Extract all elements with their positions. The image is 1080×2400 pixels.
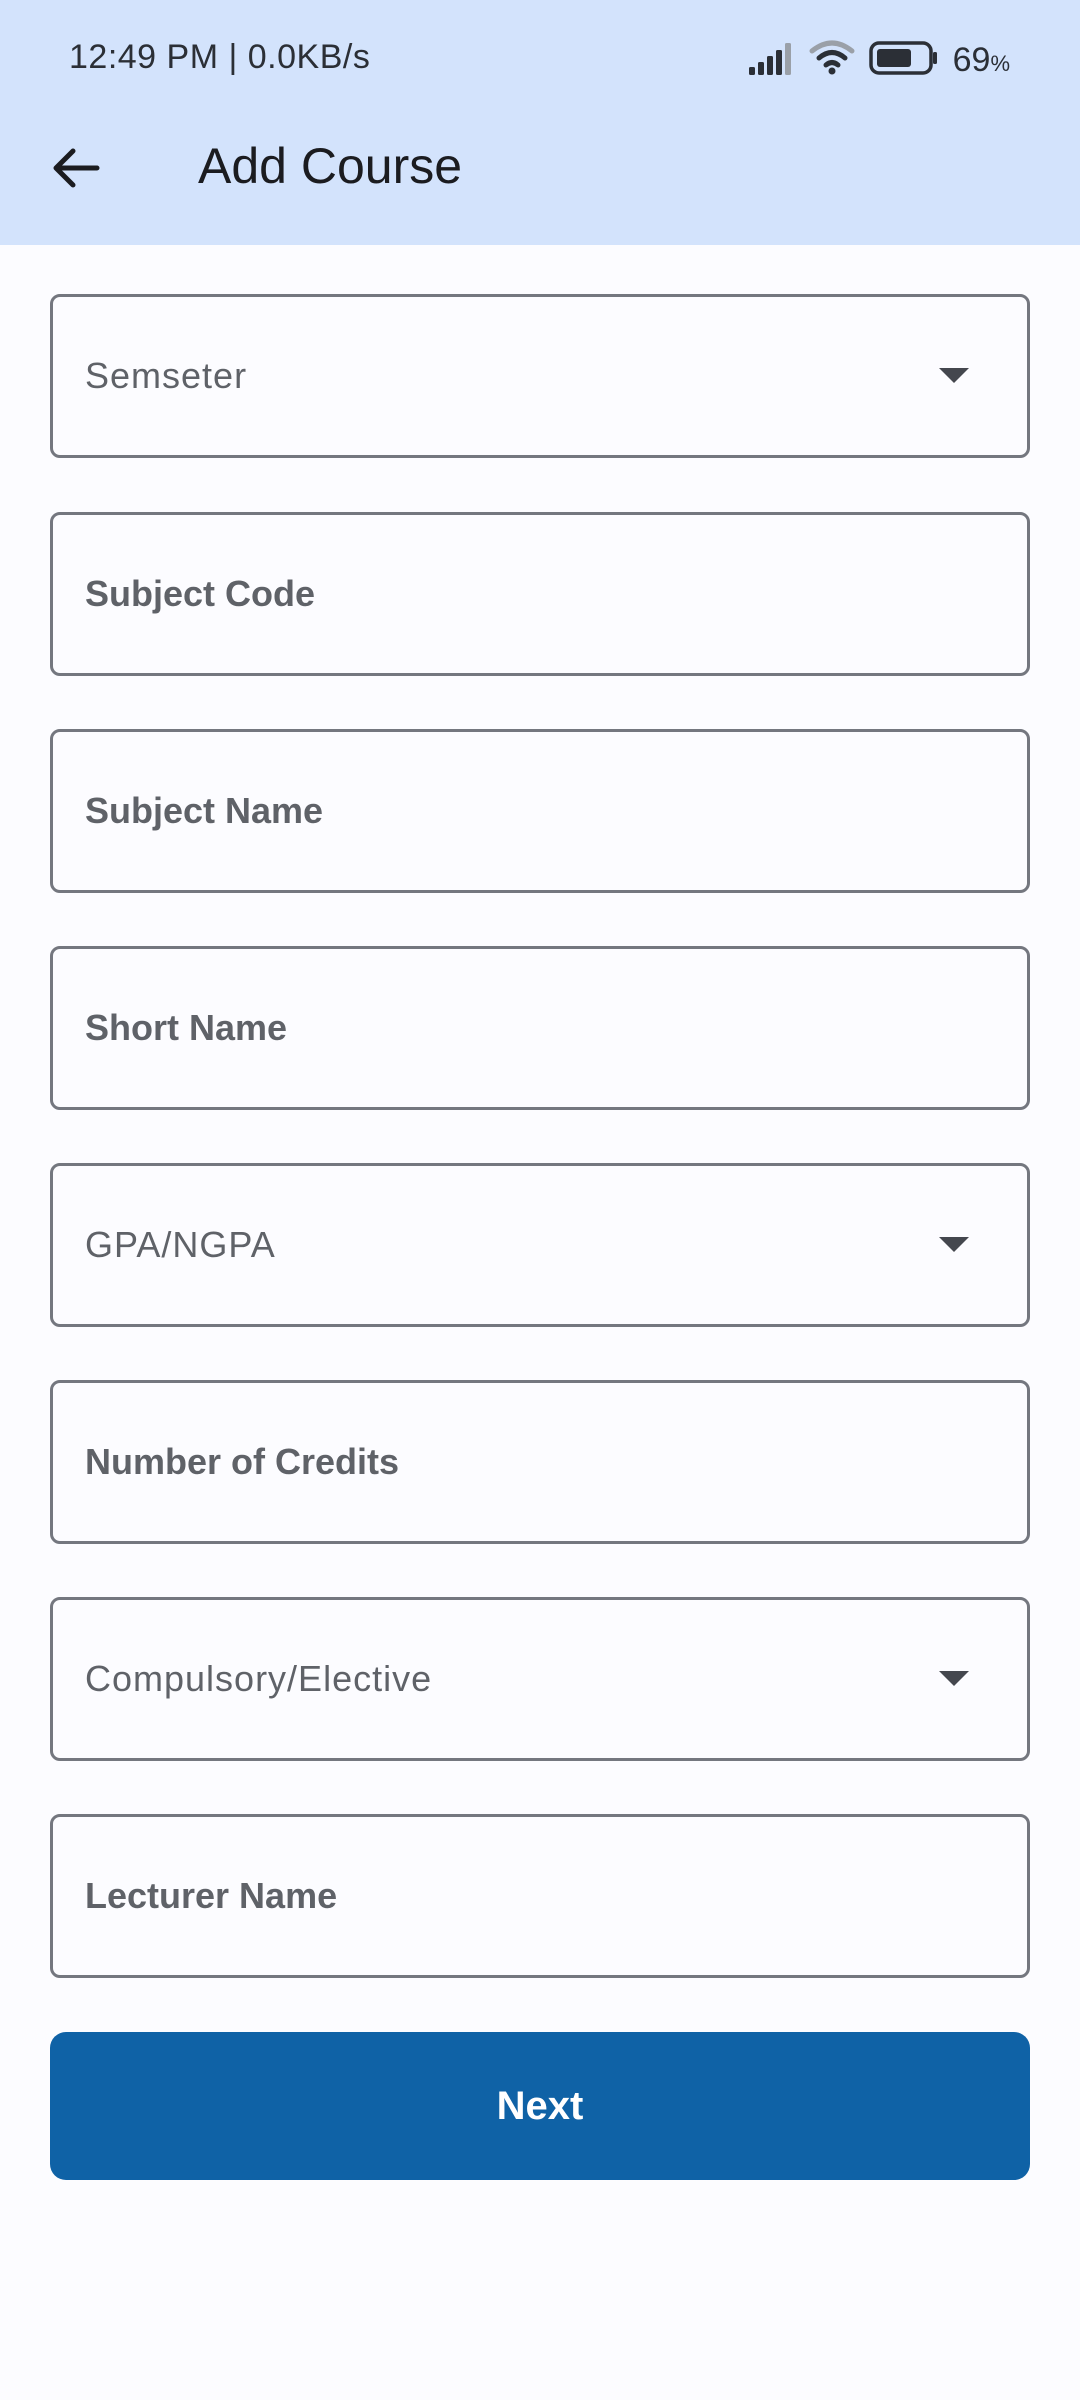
dropdown-arrow-icon xyxy=(939,1237,969,1252)
short-name-input[interactable] xyxy=(53,949,1027,1107)
subject-code-field-container xyxy=(50,512,1030,676)
subject-name-input[interactable] xyxy=(53,732,1027,890)
battery-percentage: 69% xyxy=(953,41,1010,80)
status-bar: 12:49 PM | 0.0KB/s 69% xyxy=(0,0,1080,120)
battery-icon xyxy=(868,40,939,80)
short-name-field-container xyxy=(50,946,1030,1110)
subject-name-field-container xyxy=(50,729,1030,893)
number-of-credits-input[interactable] xyxy=(53,1383,1027,1541)
status-icons: 69% xyxy=(747,38,1010,82)
dropdown-arrow-icon xyxy=(939,1671,969,1686)
subject-code-input[interactable] xyxy=(53,515,1027,673)
gpa-ngpa-dropdown[interactable]: GPA/NGPA xyxy=(50,1163,1030,1327)
semester-dropdown-label: Semseter xyxy=(85,355,248,396)
next-button[interactable]: Next xyxy=(50,2032,1030,2180)
gpa-ngpa-dropdown-label: GPA/NGPA xyxy=(85,1224,276,1265)
wifi-icon xyxy=(809,40,855,81)
back-button[interactable] xyxy=(36,128,116,208)
compulsory-elective-dropdown[interactable]: Compulsory/Elective xyxy=(50,1597,1030,1761)
dropdown-arrow-icon xyxy=(939,368,969,383)
lecturer-field-container xyxy=(50,1814,1030,1978)
arrow-left-icon xyxy=(53,148,100,188)
page-title: Add Course xyxy=(198,138,463,194)
signal-icon xyxy=(747,41,795,80)
credits-field-container xyxy=(50,1380,1030,1544)
battery-unit: % xyxy=(990,50,1010,76)
semester-dropdown[interactable]: Semseter xyxy=(50,294,1030,458)
lecturer-name-input[interactable] xyxy=(53,1817,1027,1975)
compulsory-elective-dropdown-label: Compulsory/Elective xyxy=(85,1658,433,1699)
status-time: 12:49 PM | 0.0KB/s xyxy=(69,38,371,76)
app-bar: 12:49 PM | 0.0KB/s 69% Add Course xyxy=(0,0,1080,245)
battery-value: 69 xyxy=(952,40,991,79)
